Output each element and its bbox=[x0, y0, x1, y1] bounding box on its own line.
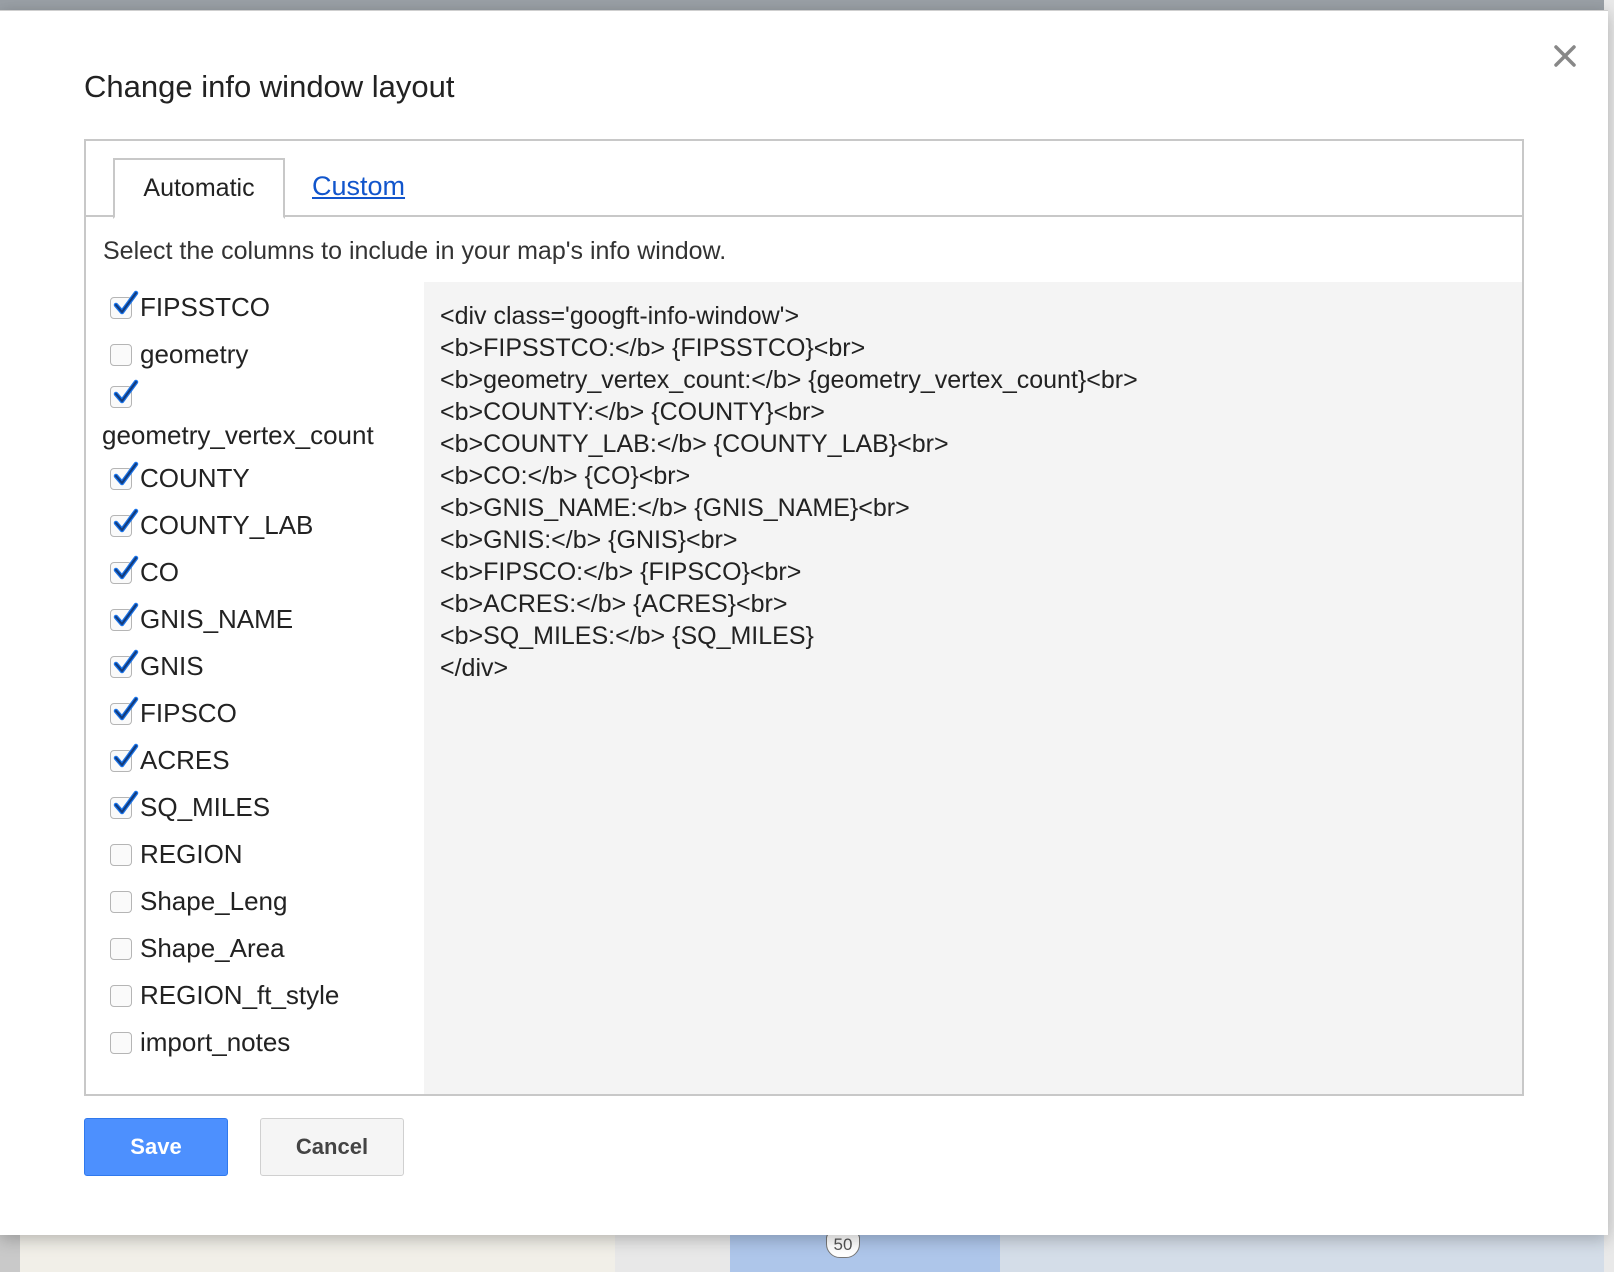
column-option[interactable]: COUNTY bbox=[110, 461, 250, 494]
template-code: <div class='googft-info-window'> <b>FIPS… bbox=[440, 302, 1138, 682]
template-preview: <div class='googft-info-window'> <b>FIPS… bbox=[424, 282, 1522, 1094]
column-option-label: ACRES bbox=[140, 745, 230, 775]
column-option[interactable]: geometry bbox=[110, 339, 248, 370]
column-option-label: REGION_ft_style bbox=[140, 980, 340, 1010]
column-option-label: CO bbox=[140, 557, 179, 587]
column-option-label: import_notes bbox=[140, 1027, 291, 1057]
column-list: FIPSSTCO geometry geometry_vertex_count COU… bbox=[86, 282, 424, 1094]
column-option-label: GNIS bbox=[140, 651, 204, 681]
checkmark-icon bbox=[113, 555, 139, 579]
dialog-title: Change info window layout bbox=[84, 69, 455, 104]
checkbox-unchecked[interactable] bbox=[110, 984, 132, 1007]
tab-custom[interactable]: Custom bbox=[312, 171, 405, 202]
column-option[interactable]: REGION_ft_style bbox=[110, 980, 339, 1011]
checkbox-unchecked[interactable] bbox=[110, 937, 132, 960]
background-map-region bbox=[0, 1230, 20, 1272]
info-window-layout-dialog: Change info window layout Automatic Cust… bbox=[0, 10, 1608, 1235]
layout-panel: Automatic Custom Select the columns to i… bbox=[84, 139, 1524, 1096]
column-option[interactable]: COUNTY_LAB bbox=[110, 508, 314, 541]
tab-bar: Automatic Custom bbox=[86, 141, 1522, 219]
column-option-label: geometry_vertex_count bbox=[102, 420, 374, 450]
cancel-button[interactable]: Cancel bbox=[260, 1118, 404, 1176]
checkbox-unchecked[interactable] bbox=[110, 843, 132, 866]
column-option[interactable]: Shape_Leng bbox=[110, 886, 287, 917]
column-option[interactable]: GNIS bbox=[110, 649, 204, 682]
column-option-label: geometry bbox=[140, 339, 249, 369]
column-option-label: Shape_Leng bbox=[140, 886, 288, 916]
column-option[interactable]: FIPSSTCO bbox=[110, 290, 271, 323]
checkbox-checked[interactable] bbox=[110, 379, 139, 408]
checkbox-checked[interactable] bbox=[110, 508, 139, 537]
checkbox-unchecked[interactable] bbox=[110, 1031, 132, 1054]
tab-automatic[interactable]: Automatic bbox=[113, 158, 285, 219]
checkbox-checked[interactable] bbox=[110, 461, 139, 490]
checkmark-icon bbox=[113, 290, 139, 314]
column-option[interactable]: SQ_MILES bbox=[110, 790, 271, 823]
checkmark-icon bbox=[113, 743, 139, 767]
column-option-label: COUNTY bbox=[140, 463, 250, 493]
column-option-label: FIPSSTCO bbox=[140, 292, 271, 322]
checkbox-unchecked[interactable] bbox=[110, 343, 132, 366]
checkmark-icon bbox=[113, 461, 139, 485]
checkmark-icon bbox=[113, 696, 139, 720]
column-option-label: COUNTY_LAB bbox=[140, 510, 314, 540]
column-option[interactable]: REGION bbox=[110, 839, 243, 870]
column-option[interactable]: ACRES bbox=[110, 743, 230, 776]
checkbox-checked[interactable] bbox=[110, 790, 139, 819]
checkbox-checked[interactable] bbox=[110, 649, 139, 678]
column-option-label: GNIS_NAME bbox=[140, 604, 294, 634]
save-button[interactable]: Save bbox=[84, 1118, 228, 1176]
checkmark-icon bbox=[113, 379, 139, 404]
checkmark-icon bbox=[113, 602, 139, 626]
column-option[interactable]: geometry_vertex_count bbox=[102, 379, 374, 451]
checkbox-checked[interactable] bbox=[110, 290, 139, 319]
instruction-text: Select the columns to include in your ma… bbox=[103, 237, 727, 265]
column-option-label: SQ_MILES bbox=[140, 792, 271, 822]
column-option-label: Shape_Area bbox=[140, 933, 285, 963]
column-option[interactable]: CO bbox=[110, 555, 179, 588]
column-option[interactable]: import_notes bbox=[110, 1027, 290, 1058]
background-map: 50 bbox=[0, 1230, 1614, 1272]
background-map-water bbox=[730, 1230, 1030, 1272]
column-option[interactable]: FIPSCO bbox=[110, 696, 237, 729]
checkbox-checked[interactable] bbox=[110, 743, 139, 772]
column-option[interactable]: Shape_Area bbox=[110, 933, 285, 964]
checkmark-icon bbox=[113, 649, 139, 673]
checkbox-checked[interactable] bbox=[110, 696, 139, 725]
close-icon[interactable] bbox=[1548, 39, 1582, 73]
column-option-label: REGION bbox=[140, 839, 243, 869]
column-option[interactable]: GNIS_NAME bbox=[110, 602, 294, 635]
checkbox-checked[interactable] bbox=[110, 555, 139, 584]
checkmark-icon bbox=[113, 508, 139, 532]
checkbox-checked[interactable] bbox=[110, 602, 139, 631]
checkbox-unchecked[interactable] bbox=[110, 890, 132, 913]
column-option-label: FIPSCO bbox=[140, 698, 237, 728]
checkmark-icon bbox=[113, 790, 139, 814]
route-shield-icon: 50 bbox=[826, 1232, 860, 1258]
background-map-region bbox=[1000, 1230, 1614, 1272]
